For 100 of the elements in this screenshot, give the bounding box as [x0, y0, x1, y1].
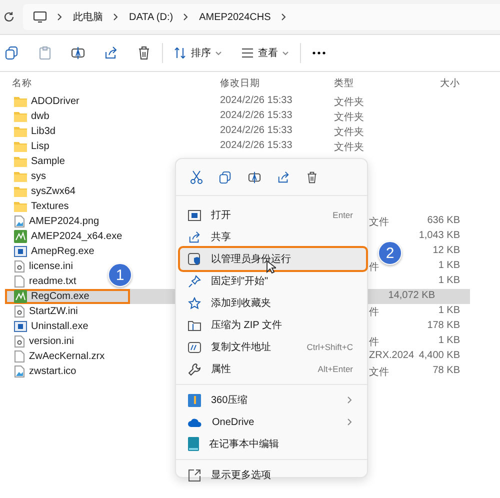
type-cell-text: 文件夹: [334, 110, 364, 124]
sort-button[interactable]: 排序: [174, 46, 222, 60]
type-cell-text: 文件夹: [334, 126, 364, 139]
window-icon: [14, 321, 27, 332]
shortcut-text: Alt+Enter: [318, 364, 353, 374]
file-name[interactable]: AMEP2024.png: [5, 214, 102, 229]
file-name[interactable]: ZwAecKernal.zrx: [5, 349, 107, 364]
share-icon[interactable]: [277, 170, 290, 184]
folder-icon: [14, 156, 27, 167]
expand-icon: [188, 468, 201, 482]
breadcrumb-item[interactable]: AMEP2024CHS: [199, 12, 271, 22]
menu-item[interactable]: 属性 Alt+Enter: [180, 358, 363, 380]
view-button[interactable]: 查看: [241, 46, 289, 60]
rename-icon[interactable]: [248, 170, 261, 184]
menu-item[interactable]: 固定到"开始": [180, 270, 363, 292]
type-cell-text: 件: [369, 336, 379, 349]
file-name[interactable]: AmepReg.exe: [5, 244, 96, 259]
breadcrumb-item[interactable]: 此电脑: [73, 10, 103, 24]
settings-file-icon: [14, 305, 25, 318]
window-icon: [188, 210, 201, 220]
more-icon[interactable]: [312, 51, 326, 55]
chevron-icon: [113, 13, 119, 21]
type-cell-text: 文件: [369, 366, 389, 379]
column-header[interactable]: 大小: [440, 77, 460, 90]
file-name[interactable]: license.ini: [5, 259, 75, 274]
type-cell: ZRX.2024: [369, 350, 414, 361]
file-name[interactable]: readme.txt: [5, 274, 78, 289]
file-name[interactable]: zwstart.ico: [5, 364, 78, 379]
pin-icon: [188, 274, 201, 288]
size-cell: 178 KB: [427, 320, 460, 331]
chevron-icon: [57, 13, 63, 21]
menu-item[interactable]: 显示更多选项: [180, 464, 363, 486]
folder-icon: [14, 171, 27, 182]
refresh-icon[interactable]: [3, 11, 15, 23]
type-cell-text: 文件夹: [334, 96, 364, 109]
cloud-icon: [188, 418, 202, 426]
size-cell: 4,400 KB: [418, 350, 460, 361]
notepad-icon: [188, 437, 199, 451]
menu-item[interactable]: 以管理员身份运行: [180, 248, 366, 270]
window-icon: [14, 246, 27, 257]
folder-icon: [14, 201, 27, 212]
trash-icon[interactable]: [137, 46, 151, 60]
menu-item[interactable]: OneDrive: [180, 411, 363, 433]
menu-item[interactable]: 360压缩: [180, 389, 363, 411]
size-cell: 1 KB: [438, 335, 460, 346]
star-icon: [188, 296, 201, 310]
file-name[interactable]: Lib3d: [5, 124, 58, 139]
file-name[interactable]: Textures: [5, 199, 71, 214]
copy-icon[interactable]: [5, 46, 19, 60]
folder-icon: [188, 320, 201, 330]
chevron-icon: [183, 13, 190, 21]
menu-item[interactable]: 打开 Enter: [180, 204, 363, 226]
wrench-icon: [188, 362, 201, 376]
file-name[interactable]: version.ini: [5, 334, 76, 349]
type-cell-text: 件: [369, 306, 379, 319]
scissors-icon[interactable]: [190, 170, 203, 184]
file-name[interactable]: sys: [5, 169, 48, 184]
file-name[interactable]: ADODriver: [5, 94, 82, 109]
file-name[interactable]: RegCom.exe: [5, 289, 130, 304]
trash-icon[interactable]: [306, 170, 318, 184]
copy-icon[interactable]: [219, 170, 232, 184]
menu-item[interactable]: 压缩为 ZIP 文件: [180, 314, 363, 336]
file-name[interactable]: Lisp: [5, 139, 52, 154]
document-icon: [14, 350, 25, 363]
file-name[interactable]: Sample: [5, 154, 67, 169]
type-cell-text: 件: [369, 261, 379, 274]
type-cell-text: 文件: [369, 216, 389, 229]
menu-item[interactable]: 添加到收藏夹: [180, 292, 363, 314]
size-cell: 1 KB: [438, 260, 460, 271]
dropdown-icon: [215, 50, 222, 56]
file-name[interactable]: StartZW.ini: [5, 304, 80, 319]
folder-icon: [14, 111, 27, 122]
file-name[interactable]: AMEP2024_x64.exe: [5, 229, 124, 244]
file-name[interactable]: sysZwx64: [5, 184, 78, 199]
share-icon[interactable]: [104, 46, 118, 60]
address-bar[interactable]: 此电脑 DATA (D:) AMEP2024CHS: [23, 4, 500, 30]
size-cell: 1 KB: [438, 305, 460, 316]
menu-item[interactable]: 共享: [180, 226, 363, 248]
menu-item[interactable]: 复制文件地址 Ctrl+Shift+C: [180, 336, 363, 358]
chevron-icon: [347, 418, 353, 426]
folder-icon: [14, 126, 27, 137]
column-header[interactable]: 类型: [334, 77, 354, 90]
menu-item[interactable]: 在记事本中编辑: [180, 433, 363, 455]
file-name[interactable]: dwb: [5, 109, 52, 124]
rename-icon[interactable]: [71, 46, 85, 60]
app-icon: [14, 230, 27, 243]
column-header[interactable]: 名称: [12, 77, 32, 90]
date-cell: 2024/2/26 15:33: [220, 140, 292, 151]
column-header[interactable]: 修改日期: [220, 77, 260, 90]
computer-icon: [33, 11, 47, 23]
type-cell-text: 文件夹: [334, 140, 364, 154]
shortcut-text: Enter: [332, 210, 353, 220]
image-file-icon: [14, 365, 25, 378]
sort-icon: [174, 47, 187, 59]
folder-icon: [14, 96, 27, 107]
image-file-icon: [14, 215, 25, 228]
list-icon: [241, 48, 254, 58]
file-name[interactable]: Uninstall.exe: [5, 319, 90, 334]
share-icon: [188, 230, 201, 244]
breadcrumb-item[interactable]: DATA (D:): [129, 12, 174, 22]
